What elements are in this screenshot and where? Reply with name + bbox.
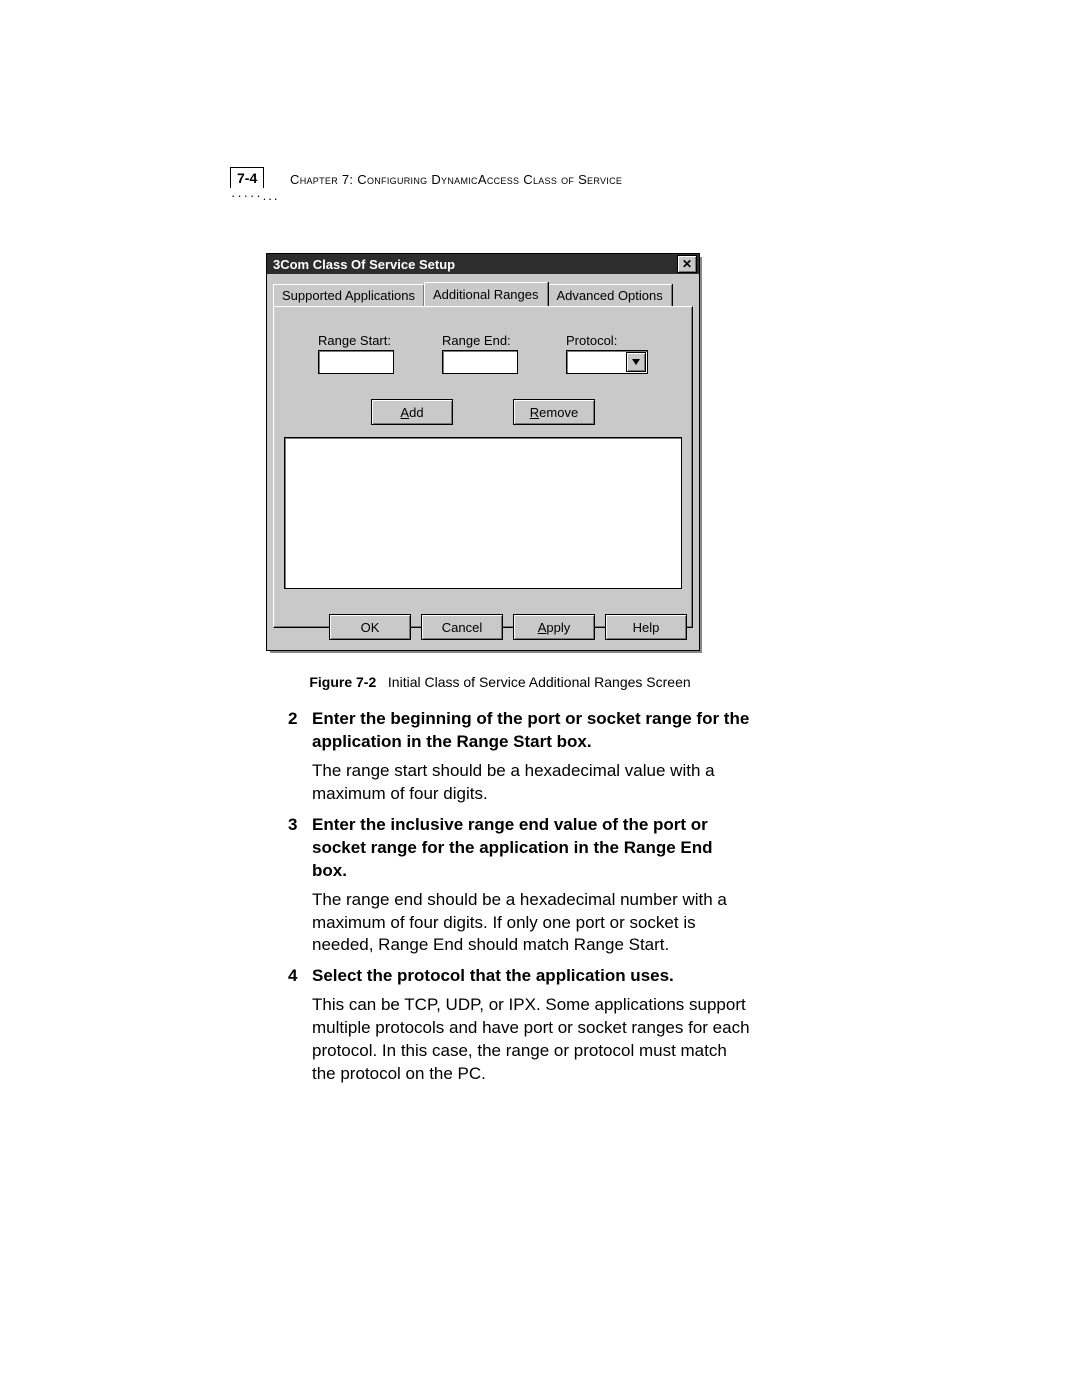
help-button[interactable]: Help: [605, 614, 687, 640]
figure-label: Figure 7-2: [309, 674, 376, 690]
dialog-title: 3Com Class Of Service Setup: [273, 257, 455, 272]
add-button-hotkey: A: [400, 405, 409, 420]
range-end-label: Range End:: [442, 333, 511, 348]
chapter-heading-b: Access Class of Service: [478, 172, 622, 187]
dialog-titlebar: 3Com Class Of Service Setup ✕: [267, 254, 699, 274]
ok-button[interactable]: OK: [329, 614, 411, 640]
figure-caption: Figure 7-2 Initial Class of Service Addi…: [290, 674, 710, 690]
apply-button-hotkey: A: [538, 620, 547, 635]
add-remove-row: Add Remove: [274, 399, 692, 425]
range-end-input[interactable]: [442, 350, 518, 374]
close-icon: ✕: [682, 258, 692, 270]
field-row: Range Start: Range End: Protocol:: [274, 333, 692, 374]
step-heading: Enter the beginning of the port or socke…: [312, 708, 750, 754]
dialog-button-row: OK Cancel Apply Help: [329, 614, 687, 640]
tab-panel-additional-ranges: Range Start: Range End: Protocol:: [273, 306, 693, 628]
chapter-heading: Chapter 7: Configuring DynamicAccess Cla…: [290, 172, 622, 187]
protocol-dropdown-button[interactable]: [626, 352, 646, 372]
protocol-label: Protocol:: [566, 333, 617, 348]
cos-setup-dialog: 3Com Class Of Service Setup ✕ Supported …: [266, 253, 700, 651]
remove-button-rest: emove: [539, 405, 578, 420]
step-heading: Select the protocol that the application…: [312, 965, 750, 988]
cancel-button[interactable]: Cancel: [421, 614, 503, 640]
range-start-label: Range Start:: [318, 333, 391, 348]
add-button-rest: dd: [409, 405, 423, 420]
decorative-dots: ·····...: [231, 188, 279, 203]
tab-supported-applications[interactable]: Supported Applications: [273, 284, 424, 308]
step-3: 3 Enter the inclusive range end value of…: [288, 814, 750, 958]
ranges-listbox[interactable]: [284, 437, 682, 589]
close-button[interactable]: ✕: [677, 255, 697, 273]
add-button[interactable]: Add: [371, 399, 453, 425]
chevron-down-icon: [632, 359, 640, 365]
apply-button-rest: pply: [546, 620, 570, 635]
page-number-box: 7-4: [230, 167, 264, 188]
remove-button[interactable]: Remove: [513, 399, 595, 425]
protocol-field: Protocol:: [566, 333, 648, 374]
step-number: 4: [288, 965, 312, 1086]
tab-advanced-options[interactable]: Advanced Options: [548, 284, 672, 308]
chapter-heading-a: Chapter 7: Configuring Dynamic: [290, 172, 478, 187]
step-2: 2 Enter the beginning of the port or soc…: [288, 708, 750, 806]
step-number: 3: [288, 814, 312, 958]
protocol-combobox[interactable]: [566, 350, 648, 374]
step-body: This can be TCP, UDP, or IPX. Some appli…: [312, 994, 750, 1086]
range-start-input[interactable]: [318, 350, 394, 374]
step-body: The range start should be a hexadecimal …: [312, 760, 750, 806]
remove-button-hotkey: R: [530, 405, 539, 420]
step-heading: Enter the inclusive range end value of t…: [312, 814, 750, 883]
step-body: The range end should be a hexadecimal nu…: [312, 889, 750, 958]
figure-caption-text: Initial Class of Service Additional Rang…: [388, 674, 691, 690]
range-start-field: Range Start:: [318, 333, 394, 374]
apply-button[interactable]: Apply: [513, 614, 595, 640]
instruction-steps: 2 Enter the beginning of the port or soc…: [288, 700, 750, 1086]
step-number: 2: [288, 708, 312, 806]
range-end-field: Range End:: [442, 333, 518, 374]
step-4: 4 Select the protocol that the applicati…: [288, 965, 750, 1086]
document-page: 7-4 Chapter 7: Configuring DynamicAccess…: [0, 0, 1080, 1397]
tab-additional-ranges[interactable]: Additional Ranges: [424, 282, 548, 306]
tab-strip: Supported Applications Additional Ranges…: [273, 282, 693, 306]
